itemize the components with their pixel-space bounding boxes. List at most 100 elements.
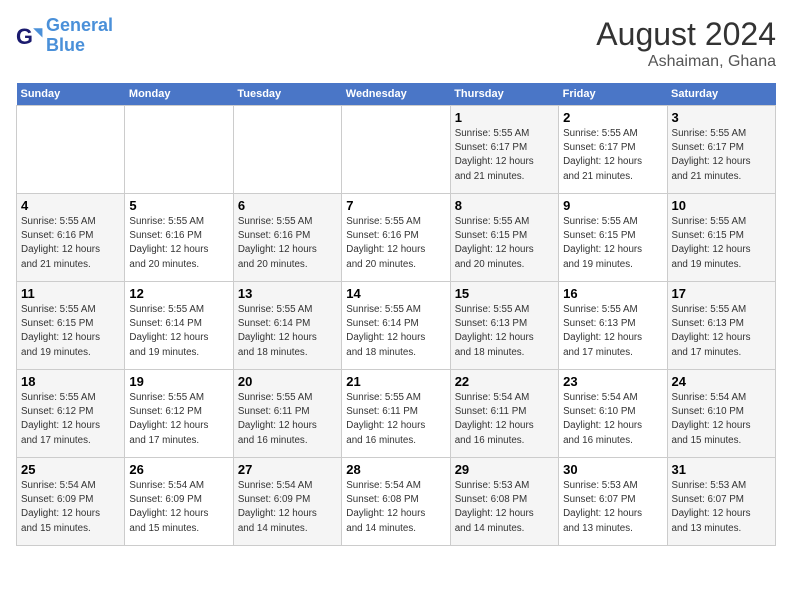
calendar-cell: 13 Sunrise: 5:55 AM Sunset: 6:14 PM Dayli…	[233, 282, 341, 370]
day-info: Sunrise: 5:55 AM Sunset: 6:14 PM Dayligh…	[346, 303, 445, 360]
calendar-cell: 23 Sunrise: 5:54 AM Sunset: 6:10 PM Dayli…	[559, 370, 667, 458]
calendar-cell: 22Sunrise: 5:54 AM Sunset: 6:11 PM Dayli…	[450, 370, 558, 458]
calendar-table: SundayMondayTuesdayWednesdayThursdayFrid…	[16, 83, 776, 546]
weekday-header: Tuesday	[233, 83, 341, 106]
day-info: Sunrise: 5:55 AM Sunset: 6:14 PM Dayligh…	[129, 303, 228, 360]
calendar-cell: 16Sunrise: 5:55 AM Sunset: 6:13 PM Dayli…	[559, 282, 667, 370]
weekday-header: Thursday	[450, 83, 558, 106]
calendar-cell: 2 Sunrise: 5:55 AM Sunset: 6:17 PM Daylig…	[559, 106, 667, 194]
day-info: Sunrise: 5:55 AM Sunset: 6:11 PM Dayligh…	[346, 391, 445, 448]
calendar-cell: 8 Sunrise: 5:55 AM Sunset: 6:15 PM Daylig…	[450, 194, 558, 282]
day-info: Sunrise: 5:54 AM Sunset: 6:09 PM Dayligh…	[21, 479, 120, 536]
day-number: 7	[346, 198, 445, 213]
logo-line2: Blue	[46, 35, 85, 55]
calendar-cell: 3Sunrise: 5:55 AM Sunset: 6:17 PM Daylig…	[667, 106, 775, 194]
day-number: 23	[563, 374, 662, 389]
page-header: G General Blue August 2024 Ashaiman, Gha…	[16, 16, 776, 71]
day-info: Sunrise: 5:55 AM Sunset: 6:16 PM Dayligh…	[238, 215, 337, 272]
calendar-cell: 9 Sunrise: 5:55 AM Sunset: 6:15 PM Daylig…	[559, 194, 667, 282]
day-info: Sunrise: 5:55 AM Sunset: 6:17 PM Dayligh…	[563, 127, 662, 184]
day-number: 26	[129, 462, 228, 477]
day-info: Sunrise: 5:55 AM Sunset: 6:16 PM Dayligh…	[129, 215, 228, 272]
day-number: 20	[238, 374, 337, 389]
day-number: 10	[672, 198, 771, 213]
day-number: 19	[129, 374, 228, 389]
calendar-cell: 17 Sunrise: 5:55 AM Sunset: 6:13 PM Dayli…	[667, 282, 775, 370]
day-info: Sunrise: 5:55 AM Sunset: 6:14 PM Dayligh…	[238, 303, 337, 360]
weekday-header: Sunday	[17, 83, 125, 106]
day-number: 30	[563, 462, 662, 477]
day-info: Sunrise: 5:55 AM Sunset: 6:11 PM Dayligh…	[238, 391, 337, 448]
calendar-cell: 1Sunrise: 5:55 AM Sunset: 6:17 PM Daylig…	[450, 106, 558, 194]
calendar-cell: 7 Sunrise: 5:55 AM Sunset: 6:16 PM Daylig…	[342, 194, 450, 282]
calendar-cell: 5 Sunrise: 5:55 AM Sunset: 6:16 PM Daylig…	[125, 194, 233, 282]
calendar-cell: 11 Sunrise: 5:55 AM Sunset: 6:15 PM Dayli…	[17, 282, 125, 370]
logo-text: General Blue	[46, 16, 113, 56]
day-number: 21	[346, 374, 445, 389]
day-number: 13	[238, 286, 337, 301]
day-number: 11	[21, 286, 120, 301]
day-number: 6	[238, 198, 337, 213]
calendar-week-row: 4 Sunrise: 5:55 AM Sunset: 6:16 PM Daylig…	[17, 194, 776, 282]
day-info: Sunrise: 5:55 AM Sunset: 6:16 PM Dayligh…	[346, 215, 445, 272]
day-info: Sunrise: 5:55 AM Sunset: 6:17 PM Dayligh…	[672, 127, 771, 184]
day-number: 27	[238, 462, 337, 477]
day-info: Sunrise: 5:54 AM Sunset: 6:10 PM Dayligh…	[672, 391, 771, 448]
day-number: 5	[129, 198, 228, 213]
day-number: 9	[563, 198, 662, 213]
weekday-header: Wednesday	[342, 83, 450, 106]
day-info: Sunrise: 5:54 AM Sunset: 6:09 PM Dayligh…	[238, 479, 337, 536]
calendar-cell: 28Sunrise: 5:54 AM Sunset: 6:08 PM Dayli…	[342, 458, 450, 546]
day-info: Sunrise: 5:55 AM Sunset: 6:15 PM Dayligh…	[21, 303, 120, 360]
calendar-cell: 18 Sunrise: 5:55 AM Sunset: 6:12 PM Dayli…	[17, 370, 125, 458]
day-info: Sunrise: 5:55 AM Sunset: 6:12 PM Dayligh…	[129, 391, 228, 448]
day-number: 2	[563, 110, 662, 125]
calendar-cell: 26 Sunrise: 5:54 AM Sunset: 6:09 PM Dayli…	[125, 458, 233, 546]
day-number: 24	[672, 374, 771, 389]
day-info: Sunrise: 5:55 AM Sunset: 6:15 PM Dayligh…	[455, 215, 554, 272]
location: Ashaiman, Ghana	[596, 53, 776, 71]
calendar-cell: 14Sunrise: 5:55 AM Sunset: 6:14 PM Dayli…	[342, 282, 450, 370]
calendar-cell	[342, 106, 450, 194]
day-info: Sunrise: 5:55 AM Sunset: 6:12 PM Dayligh…	[21, 391, 120, 448]
calendar-cell: 29 Sunrise: 5:53 AM Sunset: 6:08 PM Dayli…	[450, 458, 558, 546]
day-info: Sunrise: 5:55 AM Sunset: 6:15 PM Dayligh…	[672, 215, 771, 272]
day-number: 4	[21, 198, 120, 213]
day-number: 17	[672, 286, 771, 301]
day-info: Sunrise: 5:54 AM Sunset: 6:09 PM Dayligh…	[129, 479, 228, 536]
weekday-header-row: SundayMondayTuesdayWednesdayThursdayFrid…	[17, 83, 776, 106]
day-info: Sunrise: 5:55 AM Sunset: 6:15 PM Dayligh…	[563, 215, 662, 272]
calendar-cell: 19 Sunrise: 5:55 AM Sunset: 6:12 PM Dayli…	[125, 370, 233, 458]
day-number: 12	[129, 286, 228, 301]
svg-text:G: G	[16, 24, 33, 49]
day-number: 8	[455, 198, 554, 213]
day-info: Sunrise: 5:54 AM Sunset: 6:10 PM Dayligh…	[563, 391, 662, 448]
day-number: 29	[455, 462, 554, 477]
calendar-cell	[233, 106, 341, 194]
day-number: 1	[455, 110, 554, 125]
day-info: Sunrise: 5:53 AM Sunset: 6:08 PM Dayligh…	[455, 479, 554, 536]
calendar-week-row: 1 Sunrise: 5:55 AM Sunset: 6:17 PM Daylig…	[17, 106, 776, 194]
day-info: Sunrise: 5:53 AM Sunset: 6:07 PM Dayligh…	[563, 479, 662, 536]
logo: G General Blue	[16, 16, 113, 56]
calendar-week-row: 18 Sunrise: 5:55 AM Sunset: 6:12 PM Dayli…	[17, 370, 776, 458]
weekday-header: Monday	[125, 83, 233, 106]
title-area: August 2024 Ashaiman, Ghana	[596, 16, 776, 71]
calendar-cell	[125, 106, 233, 194]
day-info: Sunrise: 5:55 AM Sunset: 6:16 PM Dayligh…	[21, 215, 120, 272]
calendar-cell: 24 Sunrise: 5:54 AM Sunset: 6:10 PM Dayli…	[667, 370, 775, 458]
day-number: 18	[21, 374, 120, 389]
day-number: 22	[455, 374, 554, 389]
calendar-cell: 10 Sunrise: 5:55 AM Sunset: 6:15 PM Dayli…	[667, 194, 775, 282]
weekday-header: Saturday	[667, 83, 775, 106]
calendar-cell: 31Sunrise: 5:53 AM Sunset: 6:07 PM Dayli…	[667, 458, 775, 546]
day-number: 15	[455, 286, 554, 301]
calendar-week-row: 25Sunrise: 5:54 AM Sunset: 6:09 PM Dayli…	[17, 458, 776, 546]
day-number: 28	[346, 462, 445, 477]
day-info: Sunrise: 5:55 AM Sunset: 6:13 PM Dayligh…	[672, 303, 771, 360]
calendar-cell: 21 Sunrise: 5:55 AM Sunset: 6:11 PM Dayli…	[342, 370, 450, 458]
day-info: Sunrise: 5:55 AM Sunset: 6:13 PM Dayligh…	[563, 303, 662, 360]
calendar-cell: 12 Sunrise: 5:55 AM Sunset: 6:14 PM Dayli…	[125, 282, 233, 370]
month-title: August 2024	[596, 16, 776, 53]
logo-icon: G	[16, 22, 44, 50]
